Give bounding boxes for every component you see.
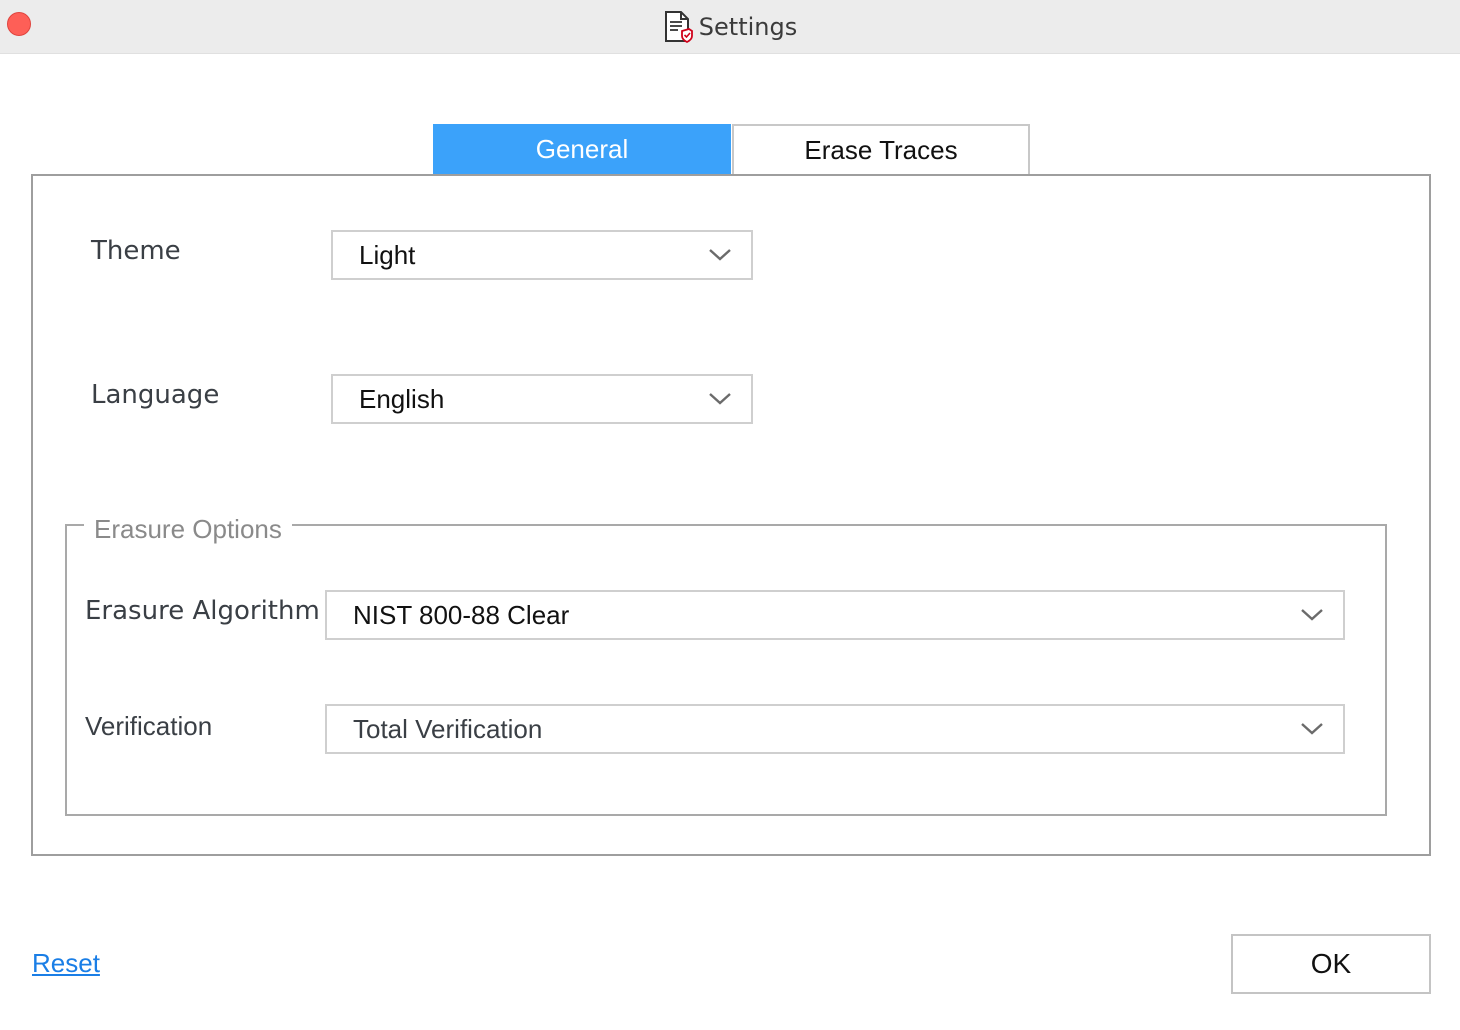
erasure-options-legend: Erasure Options (84, 514, 292, 544)
tab-erase-traces[interactable]: Erase Traces (732, 124, 1030, 174)
document-shield-icon (664, 10, 693, 43)
language-select[interactable]: English (331, 374, 753, 424)
window-title-area: Settings (0, 0, 1460, 53)
erasure-algorithm-select-value: NIST 800-88 Clear (353, 600, 570, 630)
tab-erase-traces-label: Erase Traces (804, 134, 958, 165)
theme-select[interactable]: Light (331, 230, 753, 280)
reset-link[interactable]: Reset (32, 948, 100, 979)
language-label: Language (91, 380, 220, 410)
erasure-algorithm-label: Erasure Algorithm (85, 596, 320, 626)
tab-general-label: General (535, 133, 629, 164)
erasure-algorithm-select[interactable]: NIST 800-88 Clear (325, 590, 1345, 640)
chevron-down-icon (709, 249, 731, 261)
title-bar: Settings (0, 0, 1460, 54)
erasure-options-group (65, 524, 1387, 816)
language-select-value: English (359, 384, 445, 414)
chevron-down-icon (1301, 723, 1323, 735)
ok-button[interactable]: OK (1231, 934, 1431, 994)
theme-select-value: Light (359, 240, 416, 270)
verification-select-value: Total Verification (353, 714, 543, 744)
verification-label: Verification (85, 711, 213, 741)
tab-general[interactable]: General (433, 124, 731, 174)
theme-label: Theme (91, 236, 181, 266)
chevron-down-icon (709, 393, 731, 405)
window-title: Settings (698, 12, 798, 41)
verification-select[interactable]: Total Verification (325, 704, 1345, 754)
chevron-down-icon (1301, 609, 1323, 621)
